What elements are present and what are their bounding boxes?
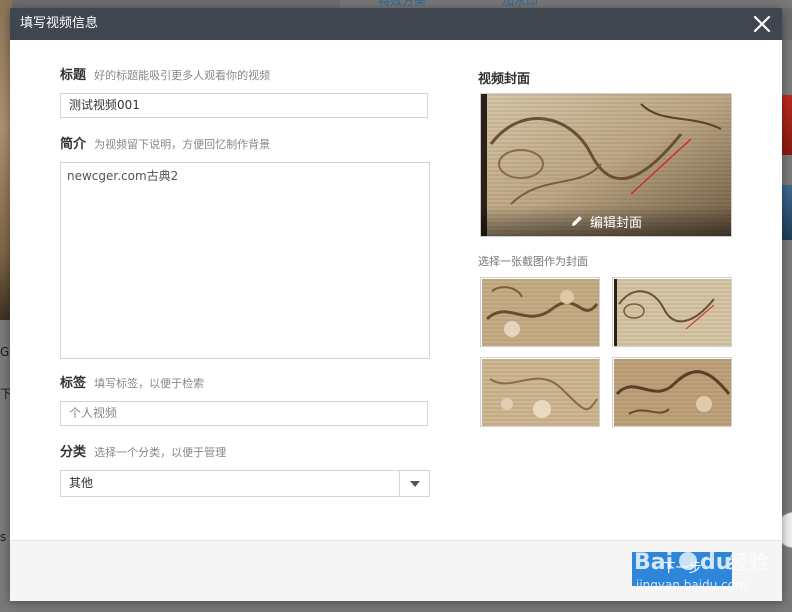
category-select[interactable]: 其他 — [60, 470, 430, 497]
close-icon — [753, 15, 771, 33]
title-input[interactable]: 测试视频001 — [60, 93, 428, 118]
cover-preview: 编辑封面 — [480, 93, 732, 237]
description-textarea[interactable]: newcger.com古典2 — [60, 162, 430, 359]
dialog-header: 填写视频信息 — [10, 8, 782, 40]
background-tab: 特效方美 — [378, 0, 427, 8]
category-label: 分类 — [60, 445, 87, 460]
description-field-label: 简介 为视频留下说明，方便回忆制作背景 — [60, 137, 270, 153]
close-button[interactable] — [750, 12, 774, 36]
description-label: 简介 — [60, 137, 87, 152]
thumbnail-image — [614, 279, 731, 346]
category-field-label: 分类 选择一个分类，以便于管理 — [60, 445, 226, 461]
cover-thumbnail-option[interactable] — [480, 357, 600, 427]
category-dropdown-button[interactable] — [399, 471, 429, 496]
tags-field-label: 标签 填写标签，以便于检索 — [60, 376, 204, 392]
thumbnail-image — [482, 359, 599, 426]
video-info-dialog: 填写视频信息 标题 好的标题能吸引更多人观看你的视频 测试视频001 简介 为视… — [10, 8, 782, 601]
cover-pick-hint: 选择一张截图作为封面 — [478, 255, 588, 268]
background-toolbar: 特效方美 加水印 — [340, 0, 792, 8]
title-hint: 好的标题能吸引更多人观看你的视频 — [94, 69, 271, 82]
edit-cover-label: 编辑封面 — [589, 215, 642, 231]
title-label: 标题 — [60, 68, 87, 83]
cover-title: 视频封面 — [478, 72, 531, 87]
pencil-icon — [571, 216, 582, 226]
cover-thumbnail-option[interactable] — [480, 277, 600, 347]
tags-hint: 填写标签，以便于检索 — [94, 377, 205, 390]
title-field-label: 标题 好的标题能吸引更多人观看你的视频 — [60, 68, 270, 84]
background-tab: 加水印 — [502, 0, 539, 8]
tags-input[interactable]: 个人视频 — [60, 401, 428, 426]
dialog-title: 填写视频信息 — [20, 16, 99, 31]
thumbnail-image — [482, 279, 599, 346]
description-hint: 为视频留下说明，方便回忆制作背景 — [94, 138, 271, 151]
category-selected-value: 其他 — [69, 476, 94, 490]
tags-label: 标签 — [60, 376, 87, 391]
cover-thumbnail-option[interactable] — [612, 357, 732, 427]
dialog-footer: 下一步 — [10, 540, 782, 601]
cover-thumbnail-option[interactable] — [612, 277, 732, 347]
thumbnail-image — [614, 359, 731, 426]
caret-down-icon — [409, 480, 420, 487]
background-text-fragment: s — [0, 530, 7, 544]
category-hint: 选择一个分类，以便于管理 — [94, 446, 227, 459]
background-footer — [0, 600, 792, 612]
edit-cover-button[interactable]: 编辑封面 — [481, 206, 731, 236]
next-step-button[interactable]: 下一步 — [632, 552, 732, 586]
background-text-fragment: G — [0, 345, 10, 359]
